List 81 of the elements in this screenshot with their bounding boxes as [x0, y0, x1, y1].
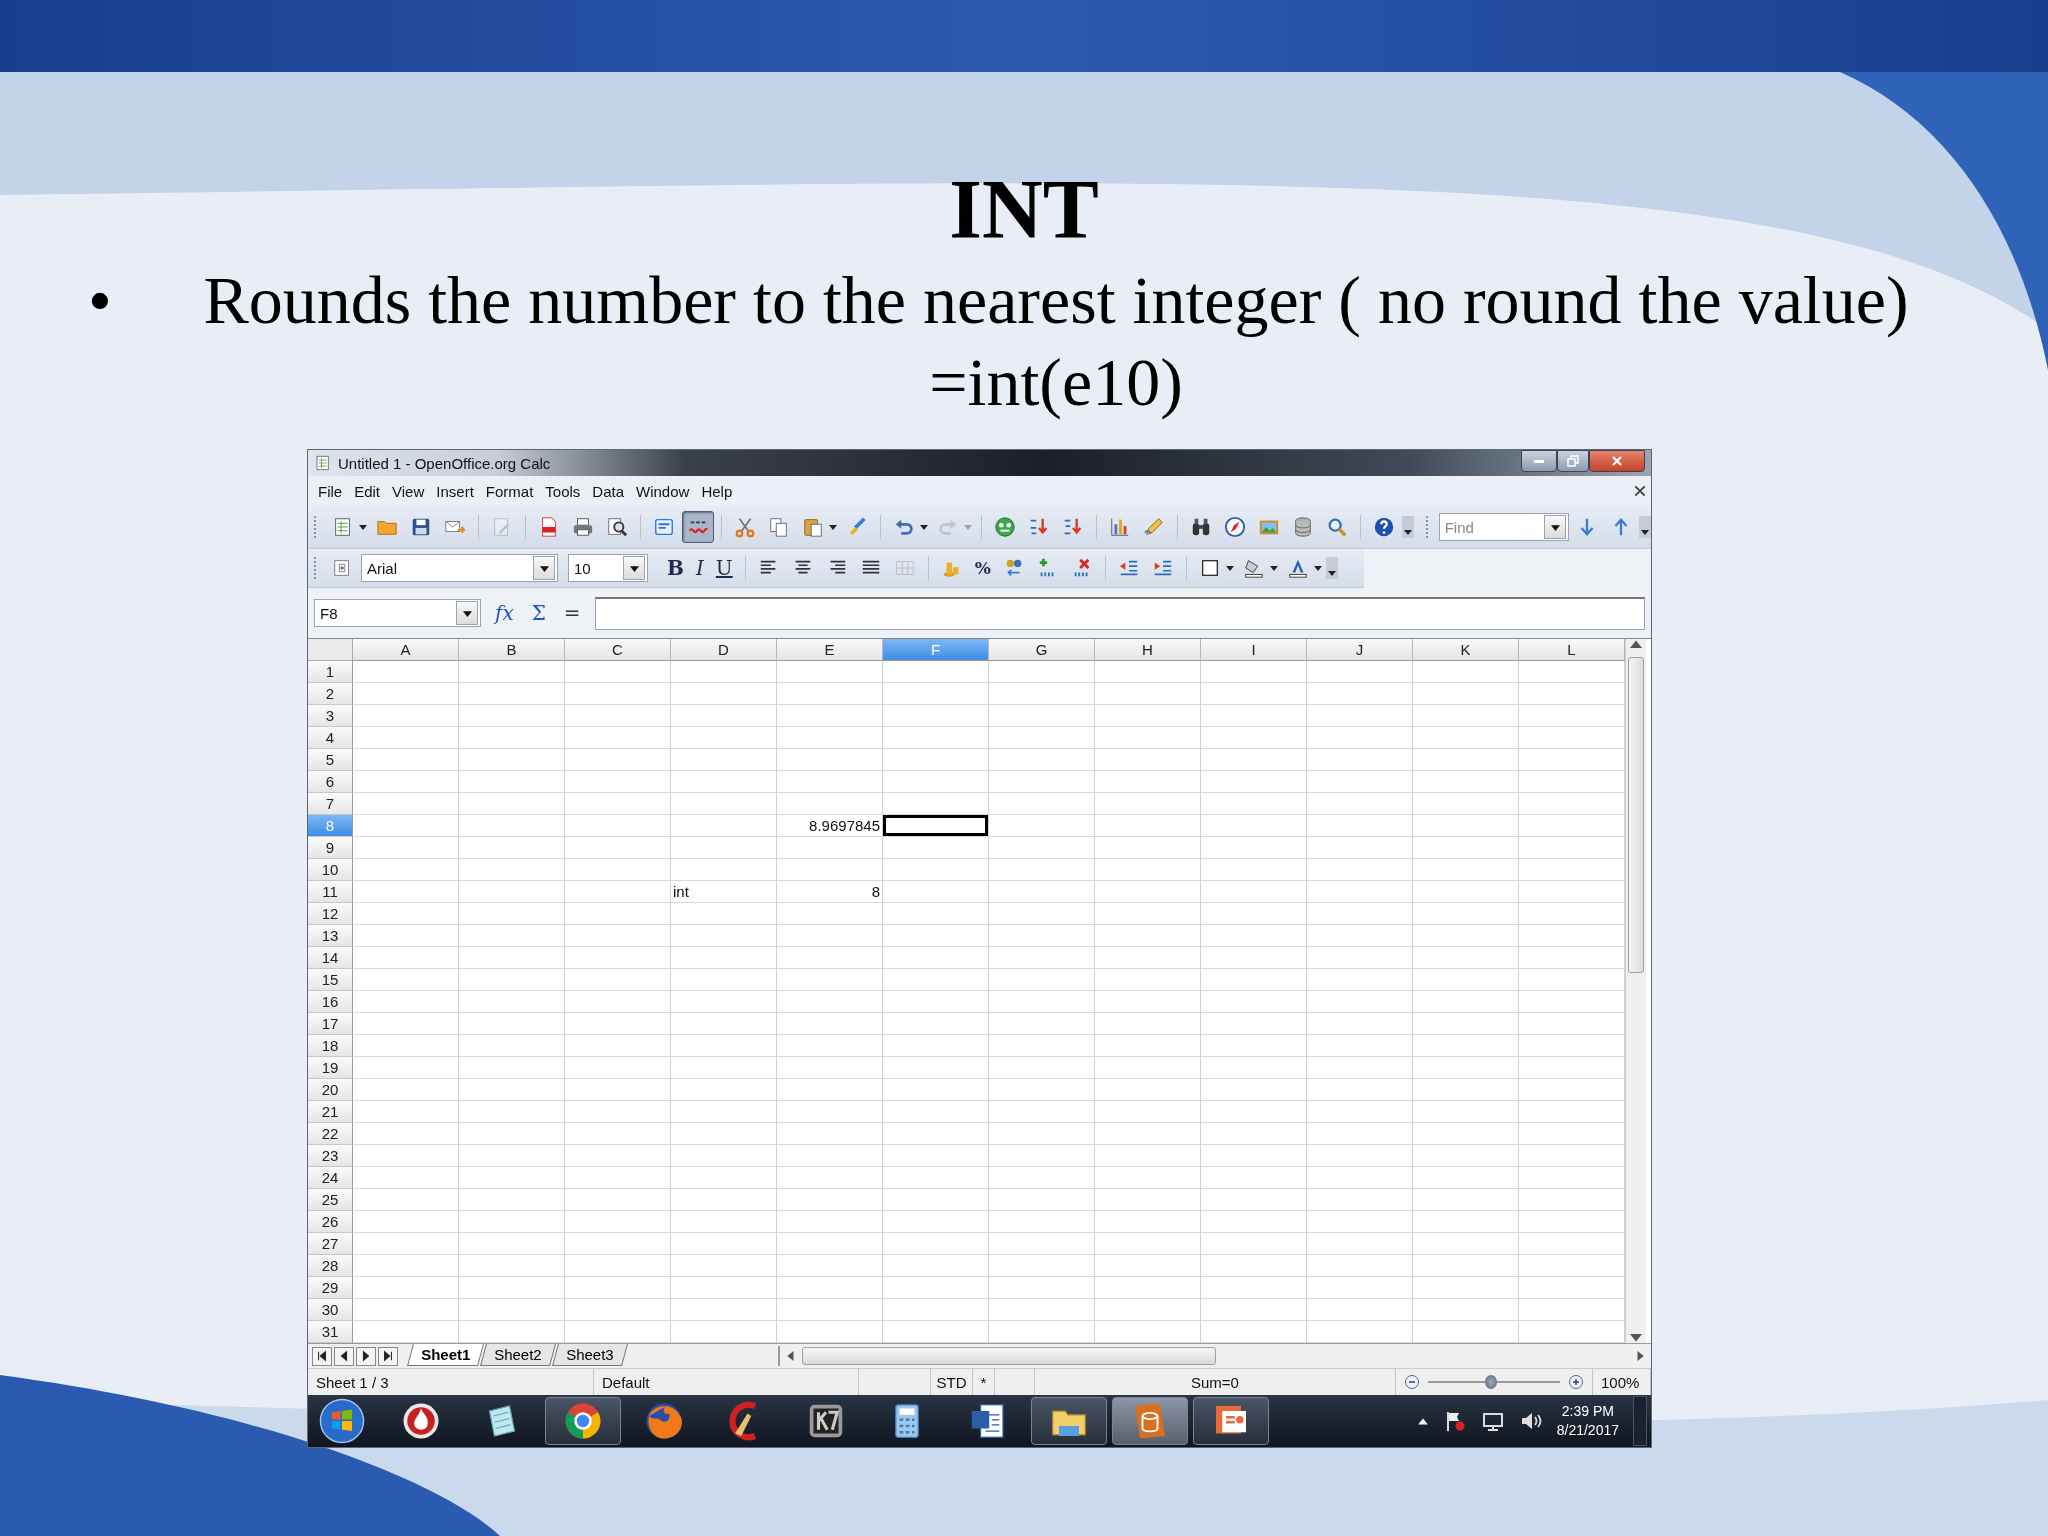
- row-header[interactable]: 10: [308, 859, 353, 882]
- menu-item[interactable]: Window: [630, 482, 696, 500]
- sheet-tab[interactable]: Sheet3: [551, 1344, 628, 1367]
- find-field[interactable]: Find: [1438, 513, 1570, 542]
- formula-button[interactable]: Σ: [527, 601, 550, 626]
- menu-item[interactable]: Insert: [430, 482, 480, 500]
- row-header[interactable]: 2: [308, 683, 353, 706]
- row-header[interactable]: 5: [308, 749, 353, 772]
- underline-button[interactable]: U: [710, 552, 738, 585]
- selection-mode: STD: [936, 1373, 967, 1391]
- font-name-field[interactable]: Arial: [361, 554, 558, 583]
- sheet-tab[interactable]: Sheet1: [407, 1344, 485, 1367]
- menu-item[interactable]: View: [386, 482, 431, 500]
- column-header[interactable]: G: [989, 639, 1095, 662]
- bullet-text: Rounds the number to the nearest integer ( no round the value): [203, 261, 1909, 340]
- table-cell: 8: [777, 881, 883, 904]
- column-header[interactable]: E: [777, 639, 883, 662]
- column-header[interactable]: C: [565, 639, 671, 662]
- zoom-percent: 100%: [1601, 1373, 1640, 1391]
- clock-time: 2:39 PM: [1561, 1401, 1614, 1421]
- menu-item[interactable]: Help: [695, 482, 739, 500]
- formula-button[interactable]: fx: [491, 601, 518, 626]
- row-header[interactable]: 7: [308, 793, 353, 816]
- row-header[interactable]: 13: [308, 925, 353, 948]
- menu-item[interactable]: Format: [479, 482, 540, 500]
- row-header[interactable]: 31: [308, 1321, 353, 1344]
- row-header[interactable]: 25: [308, 1189, 353, 1212]
- formula-text: =int(e10): [929, 342, 1183, 422]
- row-header[interactable]: 22: [308, 1123, 353, 1146]
- column-header[interactable]: K: [1413, 639, 1519, 662]
- clock-date: 8/21/2017: [1556, 1421, 1619, 1441]
- row-header[interactable]: 16: [308, 991, 353, 1014]
- sheet-indicator: Sheet 1 / 3: [316, 1373, 389, 1391]
- row-header[interactable]: 18: [308, 1035, 353, 1058]
- bold-button[interactable]: B: [662, 552, 689, 585]
- sheet-tab[interactable]: Sheet2: [480, 1344, 556, 1367]
- row-header[interactable]: 12: [308, 903, 353, 926]
- modified-indicator: *: [980, 1373, 987, 1391]
- row-header[interactable]: 6: [308, 771, 353, 794]
- menu-item[interactable]: File: [312, 482, 349, 500]
- row-header[interactable]: 14: [308, 947, 353, 970]
- row-header[interactable]: 3: [308, 705, 353, 728]
- row-header[interactable]: 1: [308, 661, 353, 684]
- menu-item[interactable]: Tools: [539, 482, 587, 500]
- column-header[interactable]: A: [353, 639, 459, 662]
- row-header[interactable]: 30: [308, 1299, 353, 1322]
- row-header[interactable]: 23: [308, 1145, 353, 1168]
- row-header[interactable]: 15: [308, 969, 353, 992]
- font-size-field[interactable]: 10: [568, 554, 648, 583]
- menu-item[interactable]: Edit: [348, 482, 387, 500]
- row-header[interactable]: 11: [308, 881, 353, 904]
- row-header[interactable]: 17: [308, 1013, 353, 1036]
- slide-title: INT: [948, 168, 1100, 252]
- formula-button[interactable]: =: [559, 601, 585, 626]
- row-header[interactable]: 24: [308, 1167, 353, 1190]
- bullet-mark: •: [88, 261, 113, 340]
- sum-display: Sum=0: [1191, 1373, 1239, 1391]
- row-header[interactable]: 27: [308, 1233, 353, 1256]
- row-header[interactable]: 4: [308, 727, 353, 750]
- table-cell: int: [671, 881, 777, 904]
- row-header[interactable]: 26: [308, 1211, 353, 1234]
- column-header[interactable]: I: [1201, 639, 1307, 662]
- page-style: Default: [602, 1373, 650, 1391]
- row-header[interactable]: 9: [308, 837, 353, 860]
- column-header[interactable]: B: [459, 639, 565, 662]
- window-title: Untitled 1 - OpenOffice.org Calc: [338, 454, 552, 472]
- row-header[interactable]: 20: [308, 1079, 353, 1102]
- percent-button[interactable]: %: [969, 552, 996, 585]
- menu-item[interactable]: Data: [586, 482, 631, 500]
- column-header[interactable]: H: [1095, 639, 1201, 662]
- column-header[interactable]: L: [1519, 639, 1625, 662]
- row-header[interactable]: 29: [308, 1277, 353, 1300]
- name-box[interactable]: F8: [314, 599, 481, 628]
- row-header[interactable]: 28: [308, 1255, 353, 1278]
- row-header[interactable]: 21: [308, 1101, 353, 1124]
- italic-button[interactable]: I: [690, 552, 709, 585]
- find-placeholder: Find: [1443, 518, 1475, 536]
- column-header[interactable]: J: [1307, 639, 1413, 662]
- table-cell: 8.9697845: [777, 815, 883, 838]
- column-header[interactable]: D: [671, 639, 777, 662]
- row-header[interactable]: 19: [308, 1057, 353, 1080]
